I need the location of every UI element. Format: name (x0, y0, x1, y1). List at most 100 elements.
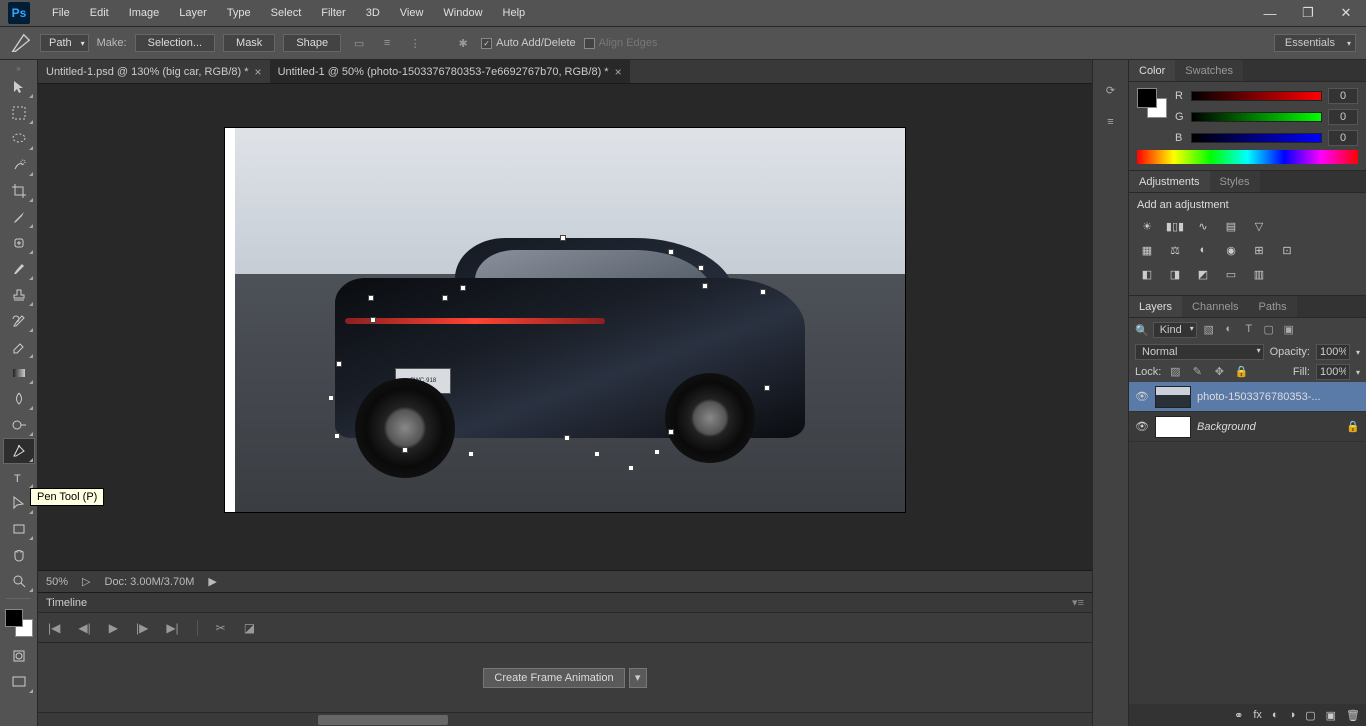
hue-icon[interactable]: ▦ (1137, 241, 1157, 259)
eyedropper-tool[interactable] (4, 205, 34, 229)
healing-tool[interactable] (4, 231, 34, 255)
doc-info-icon[interactable]: ▷ (82, 575, 90, 588)
workspace-dropdown[interactable]: Essentials (1274, 34, 1356, 52)
threshold-icon[interactable]: ◩ (1193, 265, 1213, 283)
fill-input[interactable] (1316, 364, 1350, 380)
menu-layer[interactable]: Layer (169, 7, 217, 19)
swatches-tab[interactable]: Swatches (1175, 60, 1243, 81)
path-align-icon[interactable]: ≡ (377, 33, 397, 53)
r-value[interactable]: 0 (1328, 88, 1358, 104)
history-brush-tool[interactable] (4, 309, 34, 333)
path-anchor[interactable] (760, 289, 766, 295)
layer-style-icon[interactable]: fx (1253, 709, 1262, 721)
auto-add-delete-checkbox[interactable]: ✓Auto Add/Delete (481, 37, 576, 49)
play-icon[interactable]: ▶ (109, 621, 118, 635)
menu-image[interactable]: Image (119, 7, 170, 19)
move-tool[interactable] (4, 75, 34, 99)
filter-type-icon[interactable]: T (1241, 323, 1257, 337)
make-mask-button[interactable]: Mask (223, 34, 275, 52)
menu-help[interactable]: Help (493, 7, 536, 19)
layer-item[interactable]: 👁 Background 🔒 (1129, 412, 1366, 442)
zoom-tool[interactable] (4, 569, 34, 593)
horizontal-scrollbar[interactable] (38, 712, 1092, 726)
path-anchor[interactable] (560, 235, 566, 241)
lock-position-icon[interactable]: ✥ (1211, 365, 1227, 379)
bw-icon[interactable]: ◐ (1193, 241, 1213, 259)
last-frame-icon[interactable]: ▶| (166, 621, 178, 635)
screen-mode-icon[interactable] (4, 670, 34, 694)
blend-mode-dropdown[interactable]: Normal (1135, 344, 1264, 360)
menu-select[interactable]: Select (261, 7, 312, 19)
hue-strip[interactable] (1137, 150, 1358, 164)
path-anchor[interactable] (370, 317, 376, 323)
path-anchor[interactable] (628, 465, 634, 471)
menu-file[interactable]: File (42, 7, 80, 19)
lasso-tool[interactable] (4, 127, 34, 151)
photo-filter-icon[interactable]: ◉ (1221, 241, 1241, 259)
lock-image-icon[interactable]: ✎ (1189, 365, 1205, 379)
layer-name[interactable]: Background (1197, 421, 1340, 433)
create-animation-dropdown[interactable]: ▾ (629, 668, 647, 688)
layer-filter-dropdown[interactable]: Kind (1153, 322, 1197, 338)
lock-all-icon[interactable]: 🔒 (1233, 365, 1249, 379)
lock-icon[interactable]: 🔒 (1346, 420, 1360, 433)
g-value[interactable]: 0 (1328, 109, 1358, 125)
filter-pixel-icon[interactable]: ▧ (1201, 323, 1217, 337)
stamp-tool[interactable] (4, 283, 34, 307)
quick-select-tool[interactable] (4, 153, 34, 177)
brightness-icon[interactable]: ☀ (1137, 217, 1157, 235)
properties-panel-icon[interactable]: ≡ (1099, 112, 1123, 132)
canvas-area[interactable]: CWC·918 (38, 84, 1092, 570)
color-balance-icon[interactable]: ⚖ (1165, 241, 1185, 259)
vibrance-icon[interactable]: ▽ (1249, 217, 1269, 235)
path-arrange-icon[interactable]: ⋮ (405, 33, 425, 53)
canvas[interactable]: CWC·918 (225, 128, 905, 512)
exposure-icon[interactable]: ▤ (1221, 217, 1241, 235)
close-icon[interactable]: ✕ (1334, 4, 1358, 22)
gradient-tool[interactable] (4, 361, 34, 385)
path-anchor[interactable] (654, 449, 660, 455)
blur-tool[interactable] (4, 387, 34, 411)
r-slider[interactable] (1191, 91, 1322, 101)
new-fill-icon[interactable]: ◑ (1289, 709, 1296, 721)
brush-tool[interactable] (4, 257, 34, 281)
make-selection-button[interactable]: Selection... (135, 34, 215, 52)
path-anchor[interactable] (328, 395, 334, 401)
new-layer-icon[interactable]: ▣ (1326, 709, 1336, 722)
transition-icon[interactable]: ◪ (244, 621, 255, 635)
marquee-tool[interactable] (4, 101, 34, 125)
panel-menu-icon[interactable]: ▾≡ (1072, 596, 1084, 609)
quick-mask-icon[interactable] (4, 644, 34, 668)
menu-view[interactable]: View (390, 7, 434, 19)
path-anchor[interactable] (468, 451, 474, 457)
curves-icon[interactable]: ∿ (1193, 217, 1213, 235)
link-layers-icon[interactable]: ⚭ (1234, 709, 1243, 722)
layer-mask-icon[interactable]: ◐ (1272, 709, 1279, 721)
tab-close-icon[interactable]: × (615, 65, 622, 79)
layers-tab[interactable]: Layers (1129, 296, 1182, 317)
color-swatch[interactable] (1137, 88, 1167, 118)
document-tab-2[interactable]: Untitled-1 @ 50% (photo-1503376780353-7e… (270, 60, 630, 83)
menu-window[interactable]: Window (433, 7, 492, 19)
menu-type[interactable]: Type (217, 7, 261, 19)
doc-info-arrow-icon[interactable]: ▶ (208, 575, 216, 588)
next-frame-icon[interactable]: |▶ (136, 621, 148, 635)
visibility-icon[interactable]: 👁 (1135, 420, 1149, 433)
path-anchor[interactable] (442, 295, 448, 301)
path-anchor[interactable] (564, 435, 570, 441)
path-anchor[interactable] (368, 295, 374, 301)
color-lookup-icon[interactable]: ⊡ (1277, 241, 1297, 259)
path-ops-icon[interactable]: ▭ (349, 33, 369, 53)
channel-mixer-icon[interactable]: ⊞ (1249, 241, 1269, 259)
layer-thumbnail[interactable] (1155, 386, 1191, 408)
color-tab[interactable]: Color (1129, 60, 1175, 81)
filter-smart-icon[interactable]: ▣ (1281, 323, 1297, 337)
scissors-icon[interactable]: ✂ (216, 621, 226, 635)
path-mode-dropdown[interactable]: Path (40, 34, 89, 52)
path-anchor[interactable] (334, 433, 340, 439)
layer-thumbnail[interactable] (1155, 416, 1191, 438)
layer-name[interactable]: photo-1503376780353-... (1197, 391, 1360, 403)
opacity-input[interactable] (1316, 344, 1350, 360)
styles-tab[interactable]: Styles (1210, 171, 1260, 192)
lock-transparent-icon[interactable]: ▨ (1167, 365, 1183, 379)
